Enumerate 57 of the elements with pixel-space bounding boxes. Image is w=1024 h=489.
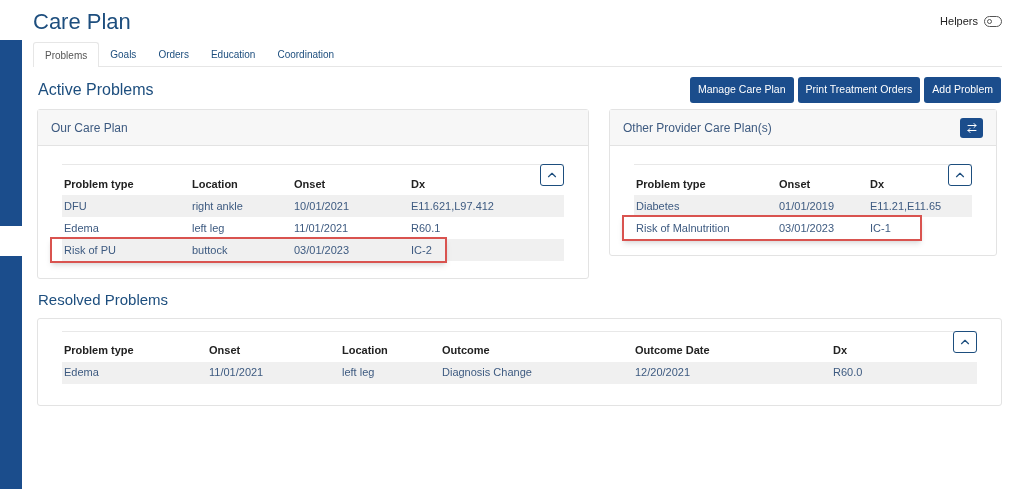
table-cell-text: Diagnosis Change xyxy=(442,365,533,381)
action-button[interactable]: Add Problem xyxy=(924,77,1001,103)
table-cell-text: 11/01/2021 xyxy=(209,365,265,381)
table-cell-text: 10/01/2021 xyxy=(294,198,351,214)
collapse-button[interactable] xyxy=(540,164,564,186)
column-header: Onset xyxy=(209,343,242,359)
tab[interactable]: Education xyxy=(199,42,267,66)
tab[interactable]: Coordination xyxy=(266,42,346,66)
section-title: Resolved Problems xyxy=(37,290,170,310)
tab[interactable]: Orders xyxy=(147,42,200,66)
table-cell-text: DFU xyxy=(64,198,88,214)
column-header: Outcome xyxy=(442,343,491,359)
page-title: Care Plan xyxy=(33,8,131,36)
column-header: Dx xyxy=(833,343,849,359)
table-cell-text: right ankle xyxy=(192,198,244,214)
column-header: Problem type xyxy=(64,176,135,192)
column-header: Location xyxy=(342,343,389,359)
tab[interactable]: Problems xyxy=(33,42,100,67)
table-cell-text: E11.21,E11.65 xyxy=(870,198,943,214)
column-header: Problem type xyxy=(64,343,135,359)
helpers-toggle[interactable] xyxy=(984,15,1002,27)
table-cell-text: Edema xyxy=(64,220,100,236)
table-cell-text: E11.621,L97.412 xyxy=(411,198,495,214)
table-cell-text: 03/01/2023 xyxy=(779,220,836,236)
table-cell-text: 01/01/2019 xyxy=(779,198,836,214)
collapse-button[interactable] xyxy=(953,330,977,353)
table-cell-text: left leg xyxy=(342,365,376,381)
table-cell-text: IC-2 xyxy=(411,242,433,258)
action-button[interactable]: Manage Care Plan xyxy=(689,77,794,103)
action-button[interactable]: Print Treatment Orders xyxy=(797,77,921,103)
swap-arrows-icon xyxy=(965,121,978,134)
table-cell-text: Diabetes xyxy=(636,198,681,214)
table-cell-text: 12/20/2021 xyxy=(635,365,692,381)
helpers-label: Helpers xyxy=(940,14,978,29)
panel-title: Other Provider Care Plan(s) xyxy=(623,119,772,137)
column-header: Outcome Date xyxy=(635,343,711,359)
table-cell-text: R60.0 xyxy=(833,365,864,381)
table-cell-text: IC-1 xyxy=(870,220,892,236)
panel-title: Our Care Plan xyxy=(51,119,128,137)
table-cell-text: 03/01/2023 xyxy=(294,242,351,258)
table-cell-text: buttock xyxy=(192,242,229,258)
table-cell-text: Risk of PU xyxy=(64,242,117,258)
column-header: Dx xyxy=(870,176,886,192)
collapse-button[interactable] xyxy=(948,164,972,186)
column-header: Dx xyxy=(411,176,427,192)
column-header: Problem type xyxy=(636,176,707,192)
table-cell-text: left leg xyxy=(192,220,226,236)
table-cell-text: Risk of Malnutrition xyxy=(636,220,731,236)
tab[interactable]: Goals xyxy=(99,42,148,66)
table-cell-text: Edema xyxy=(64,365,100,381)
section-title: Active Problems xyxy=(38,80,154,100)
column-header: Onset xyxy=(779,176,812,192)
column-header: Location xyxy=(192,176,239,192)
table-cell-text: 11/01/2021 xyxy=(294,220,350,236)
column-header: Onset xyxy=(294,176,327,192)
table-cell-text: R60.1 xyxy=(411,220,442,236)
swap-button[interactable] xyxy=(960,117,983,138)
